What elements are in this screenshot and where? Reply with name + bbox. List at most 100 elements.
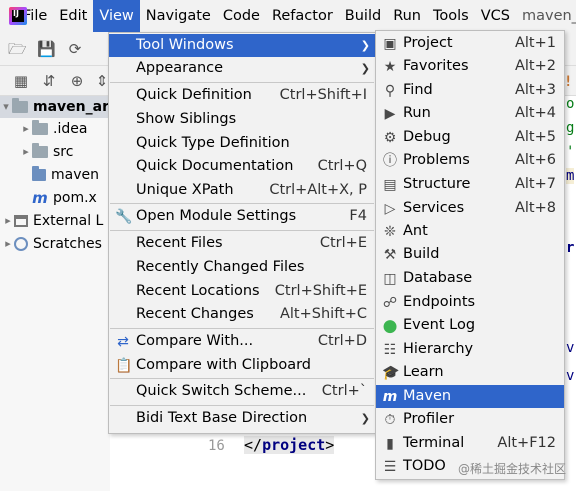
project-view-icon[interactable]: ▦ [12, 72, 30, 90]
tool-window-hierarchy[interactable]: ☷ Hierarchy [376, 338, 564, 361]
folder-icon [32, 120, 48, 135]
locate-icon[interactable]: ⊕ [68, 72, 86, 90]
tool-window-run[interactable]: ▶ Run Alt+4 [376, 102, 564, 125]
menu-view[interactable]: View [93, 0, 140, 32]
menu-item-show-siblings[interactable]: Show Siblings [109, 108, 375, 131]
folder-icon [32, 143, 48, 158]
tree-item-external[interactable]: ▸ External L [2, 210, 103, 232]
todo-icon: ☰ [383, 459, 397, 475]
tree-item-pom[interactable]: m pom.x [32, 187, 97, 209]
services-icon: ▷ [384, 201, 396, 217]
code-fragment: g [566, 120, 575, 136]
window-title: maven_ [521, 8, 576, 24]
tree-item-src[interactable]: ▸ src [20, 141, 73, 163]
menu-code[interactable]: Code [217, 0, 266, 32]
file-icon [32, 166, 46, 181]
tool-window-terminal[interactable]: ▮ Terminal Alt+F12 [376, 432, 564, 455]
bug-icon: ⚙ [383, 130, 397, 146]
event-log-icon: ● [382, 316, 398, 336]
tool-window-maven[interactable]: m Maven [376, 385, 564, 408]
menu-item-recently-changed-files[interactable]: Recently Changed Files [109, 256, 375, 279]
menu-item-recent-locations[interactable]: Recent Locations Ctrl+Shift+E [109, 280, 375, 303]
tree-item-maven-file[interactable]: maven [32, 164, 99, 186]
sync-icon[interactable]: ⟳ [66, 40, 84, 58]
save-icon[interactable]: 💾 [37, 40, 56, 58]
menu-item-compare-with[interactable]: ⇄ Compare With... Ctrl+D [109, 330, 375, 353]
tool-window-endpoints[interactable]: ☍ Endpoints [376, 291, 564, 314]
tool-window-services[interactable]: ▷ Services Alt+8 [376, 197, 564, 220]
menu-navigate[interactable]: Navigate [140, 0, 217, 32]
tool-window-favorites[interactable]: ★ Favorites Alt+2 [376, 55, 564, 78]
menu-run[interactable]: Run [387, 0, 427, 32]
code-line-project-close: </project> [244, 436, 335, 454]
warning-icon: ⓘ [383, 153, 397, 169]
code-fragment: m [566, 168, 575, 184]
chevron-right-icon: ❯ [360, 412, 370, 425]
tool-window-database[interactable]: ◫ Database [376, 267, 564, 290]
project-tree: ▾ maven_ar ▸ .idea ▸ src maven m pom.x ▸… [0, 96, 110, 491]
menu-item-appearance[interactable]: Appearance ❯ [109, 57, 375, 80]
menu-separator [110, 378, 374, 379]
menu-item-quick-switch-scheme[interactable]: Quick Switch Scheme... Ctrl+` [109, 380, 375, 403]
menu-item-unique-xpath[interactable]: Unique XPath Ctrl+Alt+X, P [109, 179, 375, 202]
code-fragment: v [566, 368, 575, 384]
endpoints-icon: ☍ [382, 295, 398, 311]
menu-item-quick-documentation[interactable]: Quick Documentation Ctrl+Q [109, 155, 375, 178]
folder-icon [12, 98, 28, 113]
chevron-down-icon: ▾ [3, 100, 9, 113]
menu-item-recent-changes[interactable]: Recent Changes Alt+Shift+C [109, 303, 375, 326]
tool-window-profiler[interactable]: ⏱ Profiler [376, 408, 564, 431]
code-fragment: ' [566, 144, 575, 160]
tool-window-learn[interactable]: 🎓 Learn [376, 361, 564, 384]
tree-root[interactable]: ▾ maven_ar [0, 96, 110, 118]
open-folder-icon[interactable]: 🗁 [8, 40, 27, 58]
hammer-icon: ⚒ [383, 247, 397, 263]
code-fragment: r [566, 240, 575, 256]
tree-item-idea[interactable]: ▸ .idea [20, 118, 87, 140]
tool-window-structure[interactable]: ▤ Structure Alt+7 [376, 173, 564, 196]
code-fragment: v [566, 340, 575, 356]
star-icon: ★ [383, 59, 397, 75]
tool-window-event-log[interactable]: ● Event Log [376, 314, 564, 337]
tree-item-scratches[interactable]: ▸ Scratches [2, 233, 102, 255]
view-menu: Tool Windows ❯ Appearance ❯ Quick Definiti… [108, 32, 376, 434]
menu-item-tool-windows[interactable]: Tool Windows ❯ [109, 34, 375, 57]
expand-icon[interactable]: ⇵ [40, 72, 58, 90]
menu-tools[interactable]: Tools [427, 0, 475, 32]
menu-refactor[interactable]: Refactor [266, 0, 339, 32]
maven-icon: m [32, 189, 48, 207]
menu-item-open-module-settings[interactable]: 🔧 Open Module Settings F4 [109, 205, 375, 228]
menu-separator [110, 405, 374, 406]
chevron-right-icon: ❯ [360, 62, 370, 75]
clipboard-compare-icon: 📋 [115, 358, 133, 374]
menu-item-quick-type-definition[interactable]: Quick Type Definition [109, 132, 375, 155]
menu-item-bidi-text-base-direction[interactable]: Bidi Text Base Direction ❯ [109, 407, 375, 430]
hierarchy-icon: ☷ [383, 342, 397, 358]
menu-edit[interactable]: Edit [53, 0, 93, 32]
code-fragment: o [566, 96, 575, 112]
menu-vcs[interactable]: VCS [475, 0, 516, 32]
scratches-icon [14, 237, 28, 251]
tool-window-ant[interactable]: ❊ Ant [376, 220, 564, 243]
menu-item-recent-files[interactable]: Recent Files Ctrl+E [109, 232, 375, 255]
menu-bar: IJ File Edit View Navigate Code Refactor… [0, 0, 576, 32]
library-icon [14, 215, 28, 227]
tool-window-project[interactable]: ▣ Project Alt+1 [376, 32, 564, 55]
compare-icon: ⇄ [117, 334, 129, 350]
tool-window-debug[interactable]: ⚙ Debug Alt+5 [376, 126, 564, 149]
database-icon: ◫ [383, 271, 397, 287]
tool-window-build[interactable]: ⚒ Build [376, 243, 564, 266]
menu-item-compare-with-clipboard[interactable]: 📋 Compare with Clipboard [109, 354, 375, 377]
chevron-right-icon: ▸ [23, 122, 29, 135]
tool-window-find[interactable]: ⚲ Find Alt+3 [376, 79, 564, 102]
menu-separator [110, 203, 374, 204]
menu-build[interactable]: Build [339, 0, 387, 32]
terminal-icon: ▮ [386, 436, 394, 452]
tool-window-problems[interactable]: ⓘ Problems Alt+6 [376, 149, 564, 172]
ant-icon: ❊ [384, 224, 396, 240]
menu-item-quick-definition[interactable]: Quick Definition Ctrl+Shift+I [109, 84, 375, 107]
menu-separator [110, 328, 374, 329]
menu-separator [110, 230, 374, 231]
maven-icon: m [382, 389, 398, 405]
learn-icon: 🎓 [382, 365, 400, 381]
